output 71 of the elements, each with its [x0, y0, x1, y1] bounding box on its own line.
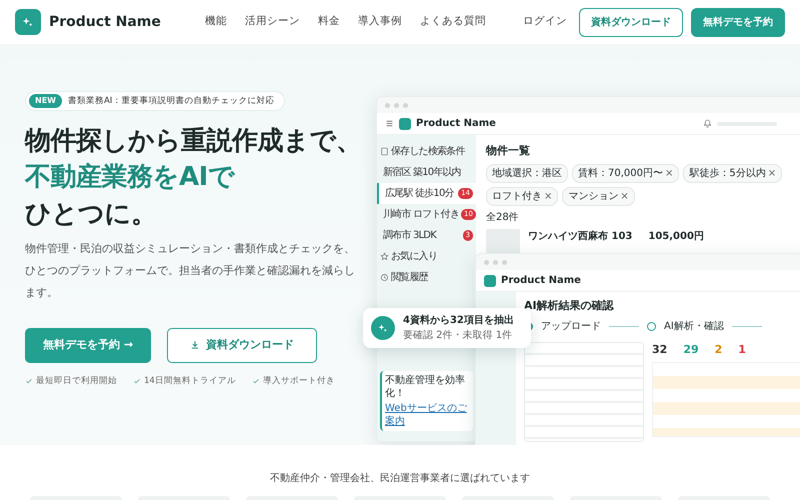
filter-chip[interactable]: ロフト付き × [486, 186, 558, 206]
filter-chip[interactable]: マンション × [562, 186, 635, 206]
remove-button[interactable]: × [768, 168, 776, 178]
check-icon [133, 377, 141, 386]
nav-link[interactable]: 導入事例 [358, 14, 402, 30]
nav-link[interactable]: 料金 [318, 14, 340, 30]
brand-name: Product Name [416, 117, 496, 131]
logo-icon[interactable] [15, 9, 41, 35]
window-dot [502, 260, 507, 264]
sparkle-icon [377, 322, 389, 334]
check-icon [25, 377, 33, 386]
remove-button[interactable]: × [665, 168, 674, 178]
stat-number: 2 [714, 342, 722, 358]
rent-amount: 105,000円 [648, 230, 704, 244]
result-count: 全28件 [486, 210, 520, 224]
filter-chip[interactable]: 駅徒歩：5分以内 × [683, 164, 782, 182]
sparkle-icon [21, 15, 35, 29]
sidebar-item[interactable]: 閲覧履歴 [377, 267, 476, 288]
new-badge: NEW [29, 94, 62, 108]
download-icon [190, 340, 200, 350]
nav-link[interactable]: よくある質問 [420, 14, 486, 30]
area-select[interactable]: 地域選択：港区 [486, 164, 568, 182]
stat-number: 1 [738, 342, 746, 358]
download-button[interactable]: 資料ダウンロード [579, 8, 683, 36]
window-dot [484, 260, 489, 264]
sidebar-item[interactable]: 新宿区 築10年以内 [377, 162, 476, 183]
logo-icon [484, 274, 496, 286]
step-number-icon [647, 322, 656, 330]
nav-link[interactable]: 活用シーン [244, 14, 300, 30]
popover-detail: 要確認 2件・未取得 1件 [403, 328, 514, 343]
step-label: アップロード [541, 320, 601, 334]
logo-icon [399, 118, 411, 130]
feature-text: 14日間無料トライアル [144, 374, 236, 388]
window-dot [385, 102, 390, 108]
brand-name[interactable]: Product Name [49, 12, 161, 32]
promo-title: 不動産管理を効率化！ [385, 374, 466, 400]
filter-chip[interactable]: 賃料：70,000円〜 × [572, 164, 680, 182]
login-link[interactable]: ログイン [523, 14, 567, 30]
nav-link[interactable]: 機能 [204, 14, 227, 30]
brand-name: Product Name [501, 274, 581, 288]
feature-text: 導入サポート付き [262, 374, 335, 388]
feature-text: 最短即日で利用開始 [36, 374, 117, 388]
remove-button[interactable]: × [544, 190, 552, 202]
download-button[interactable]: 資料ダウンロード [167, 328, 318, 363]
popover-title: 4資料から32項目を抽出 [403, 314, 514, 328]
page-title: AI解析結果の確認 [524, 298, 615, 314]
clock-icon [380, 273, 389, 282]
clients-heading: 不動産仲介・管理会社、民泊運営事業者に選ばれています [269, 472, 531, 486]
sidebar-item[interactable]: 保存した検索条件 [377, 141, 476, 162]
stat-number: 29 [683, 342, 699, 358]
bell-icon [703, 119, 712, 128]
promo-card[interactable]: 不動産管理を効率化！ Webサービスのご案内 [380, 371, 473, 431]
check-icon [252, 377, 260, 386]
announcement-text: 書類業務AI：重要事項説明書の自動チェックに対応 [68, 94, 274, 108]
property-name[interactable]: ワンハイツ西麻布 103 [528, 228, 632, 244]
document-icon [380, 147, 389, 156]
lead-paragraph: 物件管理・民泊の収益シミュレーション・書類作成とチェックを、ひとつのプラットフォームで。担当者の手作業と確認漏れを減らします。 [25, 241, 356, 302]
window-dot [403, 102, 408, 108]
remove-button[interactable]: × [620, 190, 629, 202]
window-dot [394, 102, 399, 108]
star-icon [380, 252, 389, 261]
step-label: AI解析・確認 [664, 320, 724, 334]
headline-line: 不動産業務をAIで [25, 161, 236, 194]
headline-line: 物件探しから重説作成まで、 [25, 125, 360, 158]
window-dot [493, 260, 498, 264]
sidebar-item[interactable]: お気に入り [377, 246, 476, 267]
stat-number: 32 [652, 342, 668, 358]
headline-line: ひとつに。 [25, 198, 158, 231]
menu-icon [385, 119, 394, 128]
page-title: 物件一覧 [486, 143, 531, 159]
promo-link[interactable]: Webサービスのご案内 [385, 402, 470, 428]
